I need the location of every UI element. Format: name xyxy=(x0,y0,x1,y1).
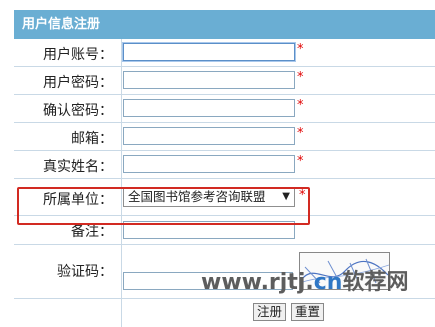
row-real-name: 真实姓名： * xyxy=(14,151,435,179)
required-mark: * xyxy=(297,126,304,141)
form-title: 用户信息注册 xyxy=(14,10,435,39)
email-label: 邮箱： xyxy=(71,131,113,147)
watermark-cn: cn xyxy=(313,270,343,295)
account-label: 用户账号： xyxy=(43,47,113,63)
real-name-input[interactable] xyxy=(123,155,295,173)
register-button[interactable]: 注册 xyxy=(253,303,287,321)
account-input[interactable] xyxy=(123,43,295,61)
required-mark: * xyxy=(297,98,304,113)
row-actions: 注册 重置 xyxy=(14,299,435,327)
required-mark: * xyxy=(297,70,304,85)
email-input[interactable] xyxy=(123,127,295,145)
captcha-label: 验证码： xyxy=(57,264,113,280)
watermark: www.rjtj.cn软荐网 xyxy=(201,264,408,296)
confirm-password-label: 确认密码： xyxy=(43,103,113,119)
row-email: 邮箱： * xyxy=(14,123,435,151)
row-confirm-password: 确认密码： * xyxy=(14,95,435,123)
watermark-prefix: www.rjtj. xyxy=(201,270,314,295)
highlight-box xyxy=(17,187,310,225)
watermark-suffix: 软荐网 xyxy=(342,270,409,295)
password-input[interactable] xyxy=(123,71,295,89)
password-label: 用户密码： xyxy=(43,75,113,91)
required-mark: * xyxy=(297,154,304,169)
real-name-label: 真实姓名： xyxy=(43,159,113,175)
row-password: 用户密码： * xyxy=(14,67,435,95)
required-mark: * xyxy=(297,42,304,57)
reset-button[interactable]: 重置 xyxy=(291,303,325,321)
confirm-password-input[interactable] xyxy=(123,99,295,117)
row-account: 用户账号： * xyxy=(14,39,435,67)
